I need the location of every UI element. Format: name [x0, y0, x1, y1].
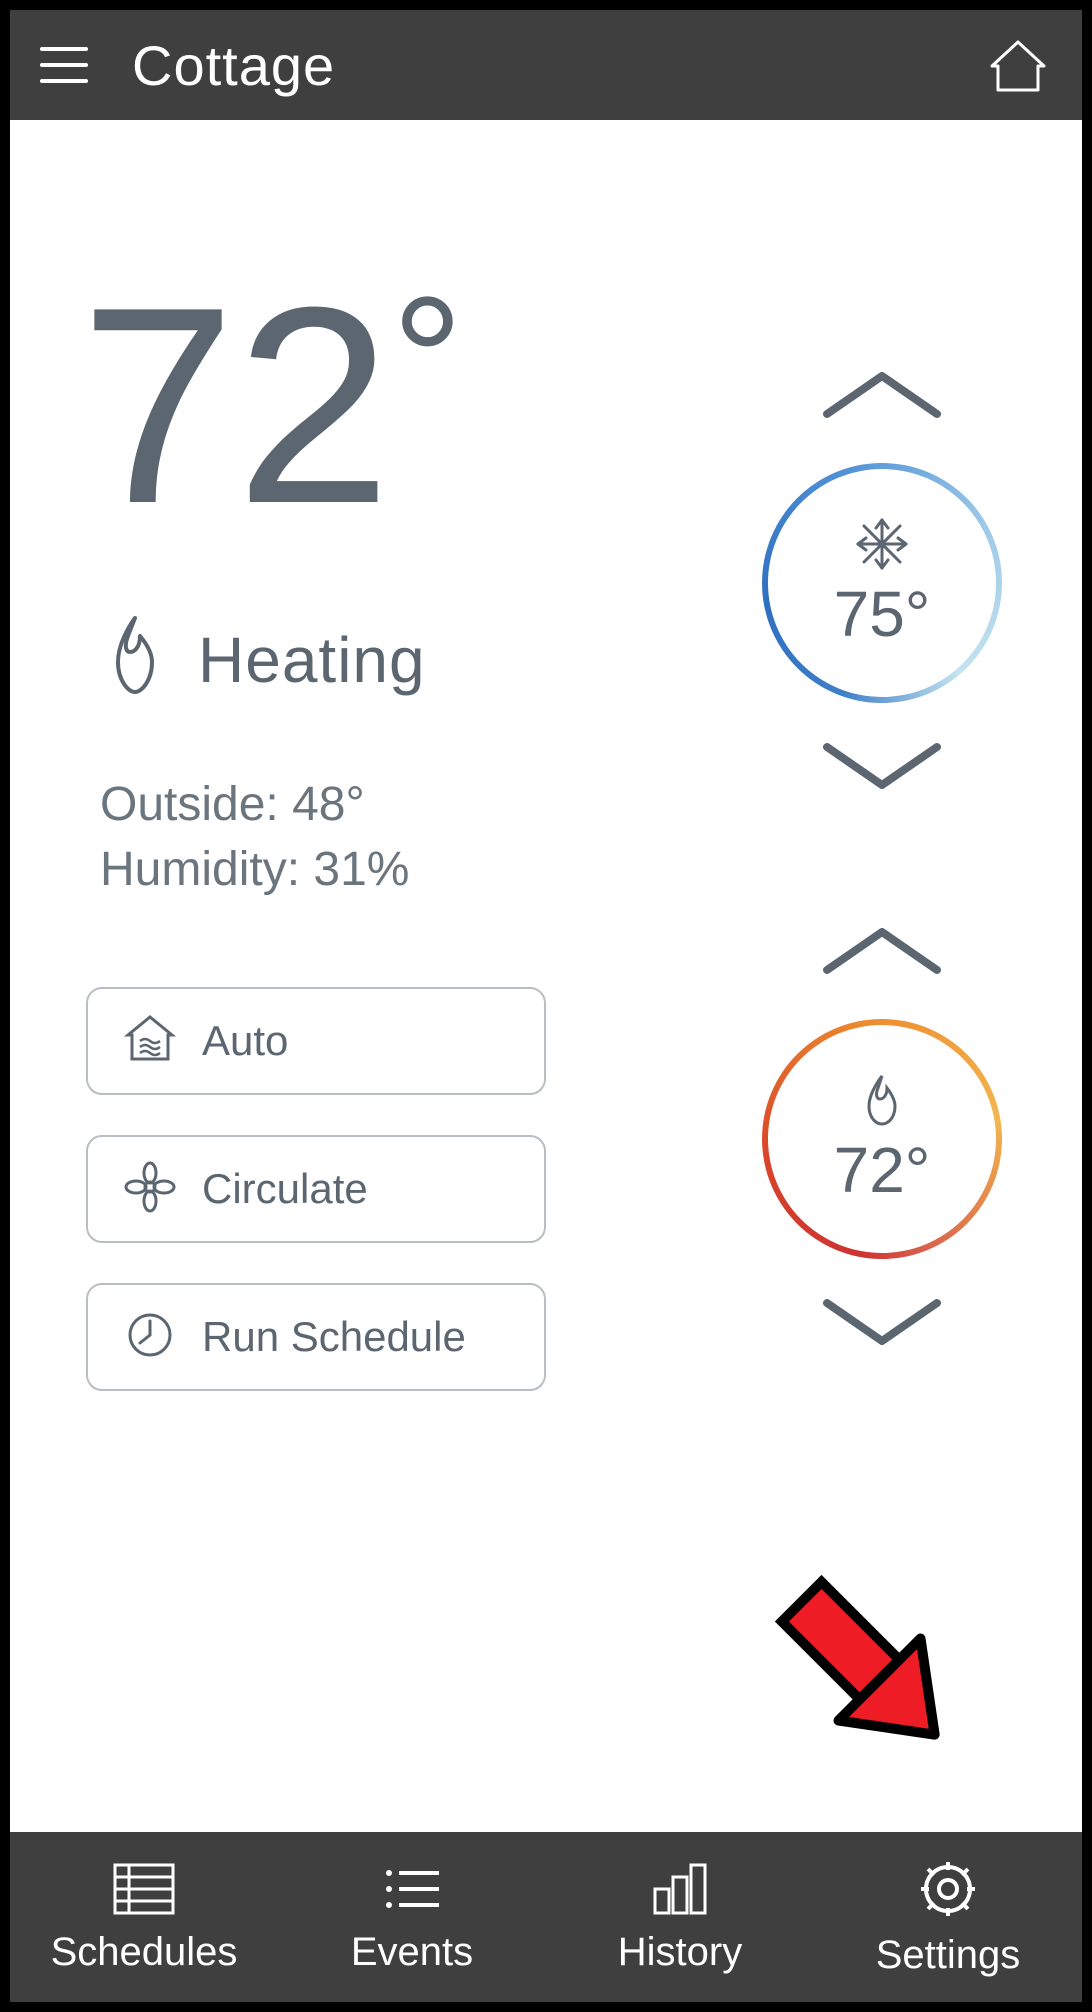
house-auto-icon [124, 1013, 176, 1070]
cool-setpoint-circle[interactable]: 75° [762, 463, 1002, 703]
settings-label: Settings [876, 1933, 1021, 1978]
cool-down-button[interactable] [807, 723, 957, 816]
history-tab[interactable]: History [546, 1832, 814, 2002]
current-temperature: 72° [80, 280, 702, 532]
mode-auto-button[interactable]: Auto [86, 987, 546, 1095]
home-icon[interactable] [988, 38, 1048, 99]
fan-circulate-button[interactable]: Circulate [86, 1135, 546, 1243]
gear-icon [915, 1856, 981, 1927]
heat-up-button[interactable] [807, 906, 957, 999]
heat-setpoint-block: 72° [762, 906, 1002, 1372]
fan-circulate-label: Circulate [202, 1165, 368, 1213]
cool-setpoint-value: 75° [834, 577, 931, 651]
app-header: Cottage [10, 10, 1082, 120]
flame-icon [100, 612, 170, 707]
cool-setpoint-block: 75° [762, 350, 1002, 816]
mode-auto-label: Auto [202, 1017, 288, 1065]
humidity: Humidity: 31% [100, 842, 702, 897]
history-icon [645, 1859, 715, 1924]
heat-setpoint-value: 72° [834, 1133, 931, 1207]
run-schedule-label: Run Schedule [202, 1313, 466, 1361]
snowflake-icon [854, 516, 910, 577]
bottom-tab-bar: Schedules Events History [10, 1832, 1082, 2002]
heat-down-button[interactable] [807, 1279, 957, 1372]
settings-tab[interactable]: Settings [814, 1832, 1082, 2002]
schedules-tab[interactable]: Schedules [10, 1832, 278, 2002]
hvac-status: Heating [198, 623, 426, 697]
schedules-label: Schedules [51, 1930, 238, 1975]
clock-icon [124, 1309, 176, 1366]
menu-icon[interactable] [40, 35, 100, 95]
cool-up-button[interactable] [807, 350, 957, 443]
events-icon [377, 1859, 447, 1924]
fan-icon [124, 1161, 176, 1218]
events-label: Events [351, 1930, 473, 1975]
history-label: History [618, 1930, 742, 1975]
heat-setpoint-circle[interactable]: 72° [762, 1019, 1002, 1259]
flame-small-icon [859, 1072, 905, 1133]
outside-temp: Outside: 48° [100, 777, 702, 832]
events-tab[interactable]: Events [278, 1832, 546, 2002]
main-content: 72° Heating Outside: 48° Humidity: 31% [10, 120, 1082, 1832]
schedules-icon [109, 1859, 179, 1924]
run-schedule-button[interactable]: Run Schedule [86, 1283, 546, 1391]
location-title[interactable]: Cottage [132, 33, 335, 98]
